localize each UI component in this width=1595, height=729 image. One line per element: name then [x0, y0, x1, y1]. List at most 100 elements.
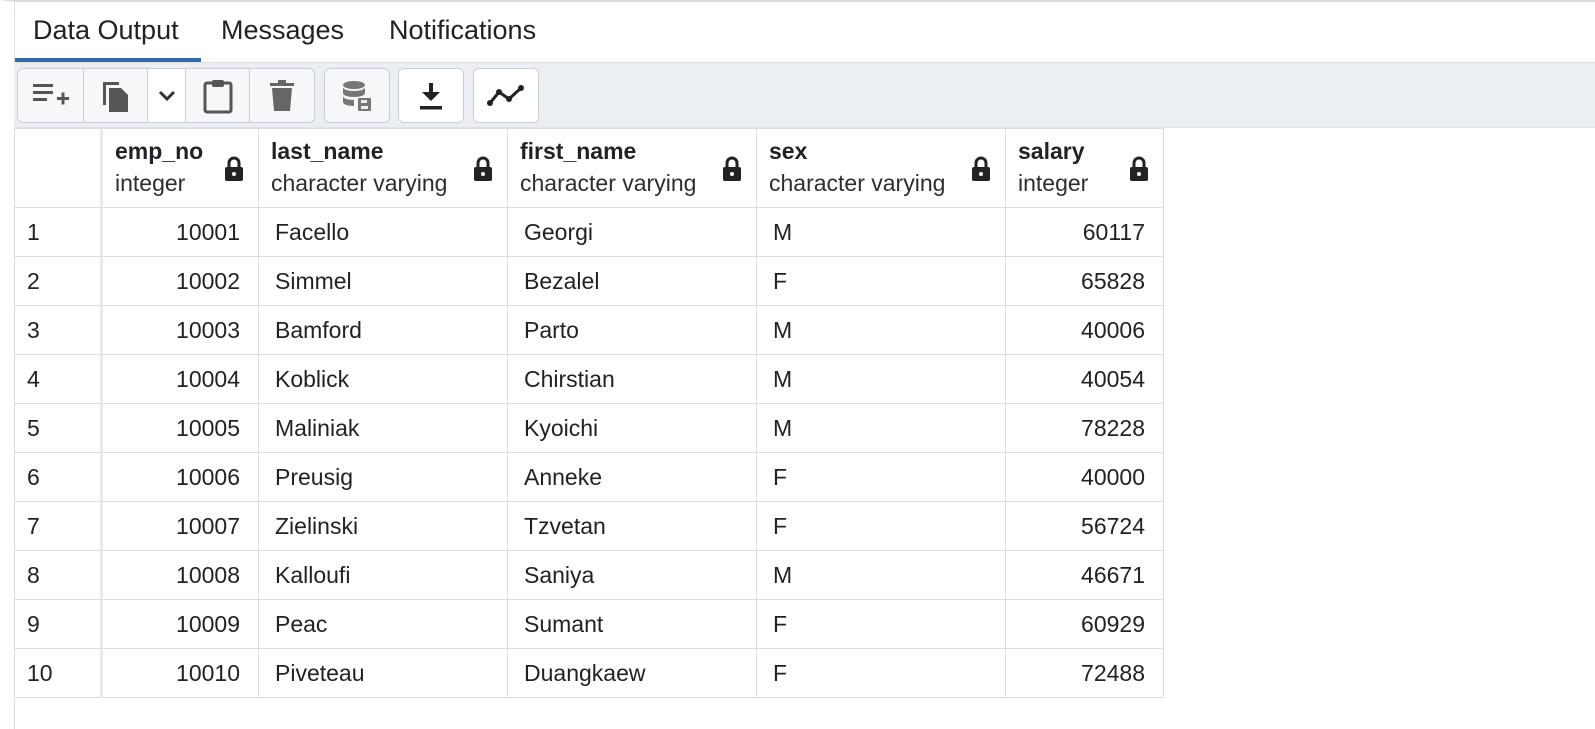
- copy-button[interactable]: [84, 69, 148, 122]
- row-number-cell[interactable]: 4: [14, 354, 103, 404]
- cell-salary[interactable]: 56724: [1005, 501, 1164, 551]
- cell-last-name[interactable]: Koblick: [258, 354, 508, 404]
- cell-first-name[interactable]: Parto: [507, 305, 757, 355]
- cell-first-name[interactable]: Saniya: [507, 550, 757, 600]
- lock-icon: [474, 156, 492, 181]
- cell-emp-no[interactable]: 10002: [101, 256, 259, 306]
- download-button[interactable]: [399, 69, 463, 122]
- cell-salary[interactable]: 40000: [1005, 452, 1164, 502]
- table-row[interactable]: 10 10010 Piveteau Duangkaew F 72488: [14, 648, 1164, 698]
- lock-icon: [225, 156, 243, 181]
- copy-options-button[interactable]: [148, 69, 186, 122]
- cell-last-name[interactable]: Kalloufi: [258, 550, 508, 600]
- cell-last-name[interactable]: Peac: [258, 599, 508, 649]
- cell-sex[interactable]: F: [756, 256, 1006, 306]
- column-name: salary: [1018, 138, 1085, 164]
- table-row[interactable]: 1 10001 Facello Georgi M 60117: [14, 207, 1164, 257]
- cell-sex[interactable]: F: [756, 599, 1006, 649]
- cell-first-name[interactable]: Bezalel: [507, 256, 757, 306]
- cell-sex[interactable]: F: [756, 648, 1006, 698]
- cell-first-name[interactable]: Sumant: [507, 599, 757, 649]
- lock-icon: [972, 156, 990, 181]
- cell-sex[interactable]: M: [756, 550, 1006, 600]
- table-row[interactable]: 6 10006 Preusig Anneke F 40000: [14, 452, 1164, 502]
- cell-sex[interactable]: M: [756, 305, 1006, 355]
- table-row[interactable]: 3 10003 Bamford Parto M 40006: [14, 305, 1164, 355]
- cell-emp-no[interactable]: 10006: [101, 452, 259, 502]
- cell-last-name[interactable]: Zielinski: [258, 501, 508, 551]
- cell-salary[interactable]: 40006: [1005, 305, 1164, 355]
- table-row[interactable]: 4 10004 Koblick Chirstian M 40054: [14, 354, 1164, 404]
- cell-salary[interactable]: 72488: [1005, 648, 1164, 698]
- cell-first-name[interactable]: Tzvetan: [507, 501, 757, 551]
- column-header-salary[interactable]: salary integer: [1005, 128, 1164, 208]
- cell-last-name[interactable]: Bamford: [258, 305, 508, 355]
- cell-salary[interactable]: 60117: [1005, 207, 1164, 257]
- graph-button[interactable]: [474, 69, 538, 122]
- table-row[interactable]: 2 10002 Simmel Bezalel F 65828: [14, 256, 1164, 306]
- tab-messages[interactable]: Messages: [221, 2, 344, 62]
- paste-button[interactable]: [186, 69, 250, 122]
- column-header-sex[interactable]: sex character varying: [756, 128, 1006, 208]
- cell-emp-no[interactable]: 10010: [101, 648, 259, 698]
- graph-button-group: [473, 68, 539, 123]
- row-number-cell[interactable]: 2: [14, 256, 103, 306]
- table-row[interactable]: 7 10007 Zielinski Tzvetan F 56724: [14, 501, 1164, 551]
- cell-salary[interactable]: 46671: [1005, 550, 1164, 600]
- cell-emp-no[interactable]: 10009: [101, 599, 259, 649]
- grid-body: 1 10001 Facello Georgi M 60117 2 10002 Simmel Bez…: [14, 207, 1164, 698]
- row-number-cell[interactable]: 1: [14, 207, 103, 257]
- tab-data-output[interactable]: Data Output: [15, 2, 201, 62]
- column-header-last-name[interactable]: last_name character varying: [258, 128, 508, 208]
- cell-last-name[interactable]: Simmel: [258, 256, 508, 306]
- cell-first-name[interactable]: Duangkaew: [507, 648, 757, 698]
- cell-sex[interactable]: F: [756, 501, 1006, 551]
- column-header-first-name[interactable]: first_name character varying: [507, 128, 757, 208]
- tab-notifications[interactable]: Notifications: [389, 2, 536, 62]
- table-row[interactable]: 5 10005 Maliniak Kyoichi M 78228: [14, 403, 1164, 453]
- cell-salary[interactable]: 40054: [1005, 354, 1164, 404]
- row-number-header[interactable]: [14, 128, 103, 208]
- cell-first-name[interactable]: Anneke: [507, 452, 757, 502]
- column-header-emp-no[interactable]: emp_no integer: [101, 128, 259, 208]
- cell-emp-no[interactable]: 10004: [101, 354, 259, 404]
- cell-last-name[interactable]: Facello: [258, 207, 508, 257]
- row-number-cell[interactable]: 9: [14, 599, 103, 649]
- save-data-button[interactable]: [325, 69, 389, 122]
- table-row[interactable]: 9 10009 Peac Sumant F 60929: [14, 599, 1164, 649]
- cell-last-name[interactable]: Preusig: [258, 452, 508, 502]
- cell-sex[interactable]: M: [756, 403, 1006, 453]
- column-name: last_name: [271, 138, 384, 164]
- cell-emp-no[interactable]: 10003: [101, 305, 259, 355]
- download-button-group: [398, 68, 464, 123]
- cell-first-name[interactable]: Chirstian: [507, 354, 757, 404]
- cell-first-name[interactable]: Kyoichi: [507, 403, 757, 453]
- row-number-cell[interactable]: 7: [14, 501, 103, 551]
- row-number-cell[interactable]: 6: [14, 452, 103, 502]
- cell-emp-no[interactable]: 10007: [101, 501, 259, 551]
- row-number-cell[interactable]: 8: [14, 550, 103, 600]
- cell-emp-no[interactable]: 10005: [101, 403, 259, 453]
- cell-emp-no[interactable]: 10008: [101, 550, 259, 600]
- row-number-cell[interactable]: 10: [14, 648, 103, 698]
- add-row-button[interactable]: [18, 69, 84, 122]
- cell-emp-no[interactable]: 10001: [101, 207, 259, 257]
- row-number-cell[interactable]: 3: [14, 305, 103, 355]
- cell-first-name[interactable]: Georgi: [507, 207, 757, 257]
- copy-icon: [102, 81, 128, 112]
- clipboard-icon: [203, 79, 232, 113]
- cell-salary[interactable]: 78228: [1005, 403, 1164, 453]
- lock-icon: [1130, 156, 1148, 181]
- grid-empty-area: [14, 699, 1162, 729]
- row-number-cell[interactable]: 5: [14, 403, 103, 453]
- column-name: first_name: [520, 138, 637, 164]
- cell-sex[interactable]: F: [756, 452, 1006, 502]
- delete-button[interactable]: [250, 69, 314, 122]
- cell-salary[interactable]: 60929: [1005, 599, 1164, 649]
- cell-last-name[interactable]: Piveteau: [258, 648, 508, 698]
- cell-sex[interactable]: M: [756, 354, 1006, 404]
- cell-sex[interactable]: M: [756, 207, 1006, 257]
- cell-last-name[interactable]: Maliniak: [258, 403, 508, 453]
- cell-salary[interactable]: 65828: [1005, 256, 1164, 306]
- table-row[interactable]: 8 10008 Kalloufi Saniya M 46671: [14, 550, 1164, 600]
